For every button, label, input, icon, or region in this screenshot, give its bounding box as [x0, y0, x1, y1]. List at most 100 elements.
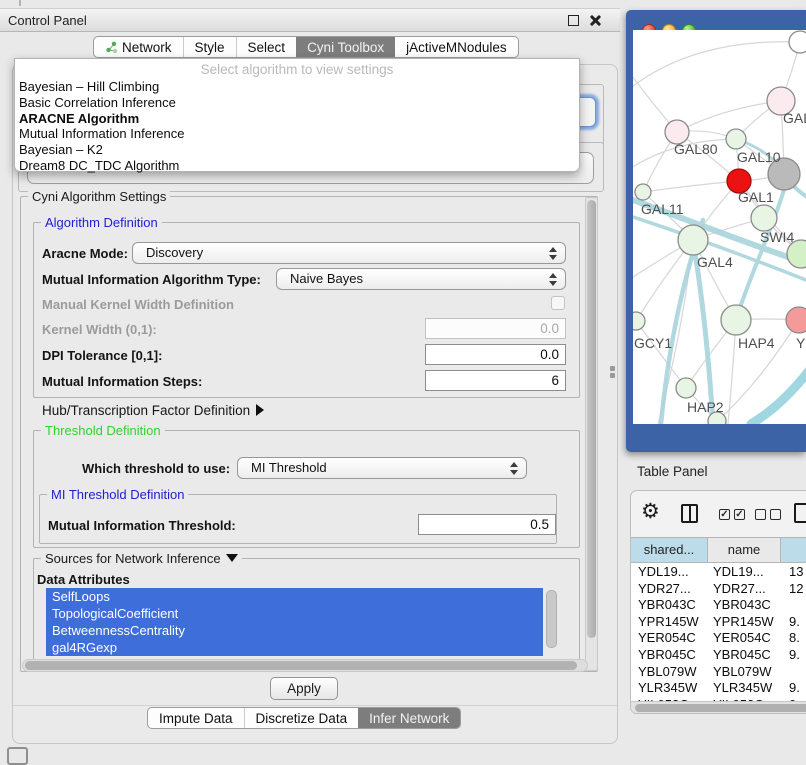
attribute-item-selfloops[interactable]: SelfLoops — [46, 588, 543, 605]
aracne-mode-label: Aracne Mode: — [42, 246, 128, 261]
algorithm-option-basic-correlation-inference[interactable]: Basic Correlation Inference — [19, 95, 575, 111]
table-row[interactable]: YDL19...YDL19...13 — [631, 563, 806, 580]
network-node[interactable] — [721, 305, 751, 335]
cell: 9. — [789, 647, 800, 662]
tab-cyni-toolbox[interactable]: Cyni Toolbox — [296, 37, 395, 57]
panel-divider-grip[interactable] — [609, 366, 616, 379]
attributes-scrollbar[interactable] — [546, 590, 557, 648]
column-header-hidden[interactable] — [781, 538, 806, 562]
tab-label: jActiveMNodules — [406, 37, 507, 58]
close-panel-icon[interactable] — [588, 14, 601, 27]
network-node[interactable] — [751, 205, 777, 231]
scrollbar-thumb[interactable] — [25, 661, 577, 670]
tab-style[interactable]: Style — [183, 37, 236, 57]
manual-kernel-checkbox — [551, 296, 565, 310]
tab-impute-data[interactable]: Impute Data — [148, 708, 244, 728]
cell: YPR145W — [638, 614, 699, 629]
network-view-window: GALGAL80GAL10GAL1GAL11SWI4GAL4GCY1HAP4YH… — [626, 10, 806, 452]
network-node[interactable] — [678, 225, 708, 255]
attribute-item-betweennesscentrality[interactable]: BetweennessCentrality — [46, 622, 543, 639]
cell: YBL079W — [638, 664, 697, 679]
column-header-shared[interactable]: shared... — [631, 538, 708, 562]
which-threshold-label: Which threshold to use: — [82, 461, 230, 476]
cell: YDR27... — [638, 581, 691, 596]
collapsed-panel-icon[interactable] — [7, 747, 28, 765]
new-table-icon[interactable] — [794, 503, 806, 523]
attribute-item-gal4rgexp[interactable]: gal4RGexp — [46, 639, 543, 656]
float-panel-icon[interactable] — [568, 15, 579, 26]
table-row[interactable]: YBR043CYBR043C — [631, 596, 806, 613]
scrollbar-thumb[interactable] — [635, 704, 806, 712]
tab-network[interactable]: Network — [94, 37, 183, 57]
column-header-name[interactable]: name — [708, 538, 781, 562]
cell: YBL079W — [713, 664, 772, 679]
gear-icon[interactable]: ⚙ — [641, 499, 660, 524]
which-threshold-combobox[interactable]: MI Threshold — [237, 457, 527, 479]
table-horizontal-scrollbar[interactable] — [631, 701, 806, 713]
cell: YBR043C — [638, 597, 696, 612]
mi-steps-field[interactable]: 6 — [425, 370, 566, 391]
network-node[interactable] — [789, 31, 806, 53]
hub-factor-expander[interactable]: Hub/Transcription Factor Definition — [42, 403, 264, 418]
cell: YLR345W — [713, 680, 772, 695]
cell: 8. — [789, 630, 800, 645]
algorithm-option-aracne-algorithm[interactable]: ARACNE Algorithm — [19, 111, 575, 127]
tab-discretize-data[interactable]: Discretize Data — [244, 708, 359, 728]
mi-threshold-field[interactable]: 0.5 — [418, 514, 556, 535]
settings-horizontal-scrollbar[interactable] — [22, 659, 588, 672]
network-node[interactable] — [726, 129, 746, 149]
table-row[interactable]: YER054CYER054C8. — [631, 629, 806, 646]
table-body: YDL19...YDL19...13YDR27...YDR27...12YBR0… — [631, 563, 806, 714]
table-row[interactable]: YBL079W YBL079W — [631, 663, 806, 680]
apply-button[interactable]: Apply — [270, 677, 338, 700]
cell: YER054C — [713, 630, 771, 645]
settings-vertical-scrollbar[interactable] — [585, 197, 598, 671]
columns-icon[interactable] — [681, 504, 698, 523]
select-all-checkbox-icon[interactable]: ✓ — [734, 509, 745, 520]
algorithm-list: Bayesian – Hill ClimbingBasic Correlatio… — [19, 79, 575, 174]
mi-type-value: Naive Bayes — [290, 271, 363, 286]
cell: 13 — [789, 564, 803, 579]
tab-jactivemnodules[interactable]: jActiveMNodules — [395, 37, 518, 57]
tab-infer-network[interactable]: Infer Network — [358, 708, 460, 728]
top-edge-tab-sliver — [19, 0, 21, 6]
network-node[interactable] — [676, 378, 696, 398]
algorithm-option-mutual-information-inference[interactable]: Mutual Information Inference — [19, 126, 575, 142]
network-node[interactable] — [786, 307, 806, 333]
control-panel-title: Control Panel — [8, 13, 87, 28]
algorithm-option-dream8-dc-tdc-algorithm[interactable]: Dream8 DC_TDC Algorithm — [19, 158, 575, 174]
network-node[interactable] — [635, 184, 651, 200]
mi-type-combobox[interactable]: Naive Bayes — [276, 268, 566, 290]
table-row[interactable]: YLR345WYLR345W9. — [631, 679, 806, 696]
deselect-all-checkbox-icon[interactable] — [755, 509, 766, 520]
dpi-tolerance-label: DPI Tolerance [0,1]: — [42, 348, 162, 363]
cyni-bottom-tabs: Impute DataDiscretize DataInfer Network — [147, 707, 461, 729]
node-label-gal11: GAL11 — [641, 201, 684, 217]
cell: YDL19... — [713, 564, 764, 579]
dpi-tolerance-field[interactable]: 0.0 — [425, 344, 566, 365]
node-label-y: Y — [796, 335, 806, 351]
node-label-gal: GAL — [783, 110, 806, 126]
mi-threshold-label: Mutual Information Threshold: — [48, 518, 236, 533]
node-label-gcy1: GCY1 — [634, 335, 672, 351]
aracne-mode-combobox[interactable]: Discovery — [132, 242, 566, 264]
control-panel-titlebar: Control Panel — [0, 8, 620, 32]
network-canvas[interactable]: GALGAL80GAL10GAL1GAL11SWI4GAL4GCY1HAP4YH… — [633, 30, 806, 424]
combo-arrows-icon — [549, 246, 557, 261]
network-node[interactable] — [633, 312, 645, 330]
table-row[interactable]: YPR145WYPR145W9. — [631, 613, 806, 630]
node-label-gal4: GAL4 — [697, 254, 733, 270]
combo-arrows-icon — [510, 461, 518, 476]
algorithm-option-bayesian-k2[interactable]: Bayesian – K2 — [19, 142, 575, 158]
kernel-width-label: Kernel Width (0,1): — [42, 322, 157, 337]
deselect-all-checkbox-icon[interactable] — [770, 509, 781, 520]
table-row[interactable]: YDR27...YDR27...12 — [631, 580, 806, 597]
sources-title[interactable]: Sources for Network Inference — [41, 551, 242, 566]
scrollbar-thumb[interactable] — [587, 200, 596, 638]
tab-select[interactable]: Select — [236, 37, 297, 57]
algorithm-option-bayesian-hill-climbing[interactable]: Bayesian – Hill Climbing — [19, 79, 575, 95]
attribute-item-topologicalcoefficient[interactable]: TopologicalCoefficient — [46, 605, 543, 622]
select-all-checkbox-icon[interactable]: ✓ — [719, 509, 730, 520]
table-row[interactable]: YBR045CYBR045C9. — [631, 646, 806, 663]
tab-label: Network — [122, 37, 172, 58]
